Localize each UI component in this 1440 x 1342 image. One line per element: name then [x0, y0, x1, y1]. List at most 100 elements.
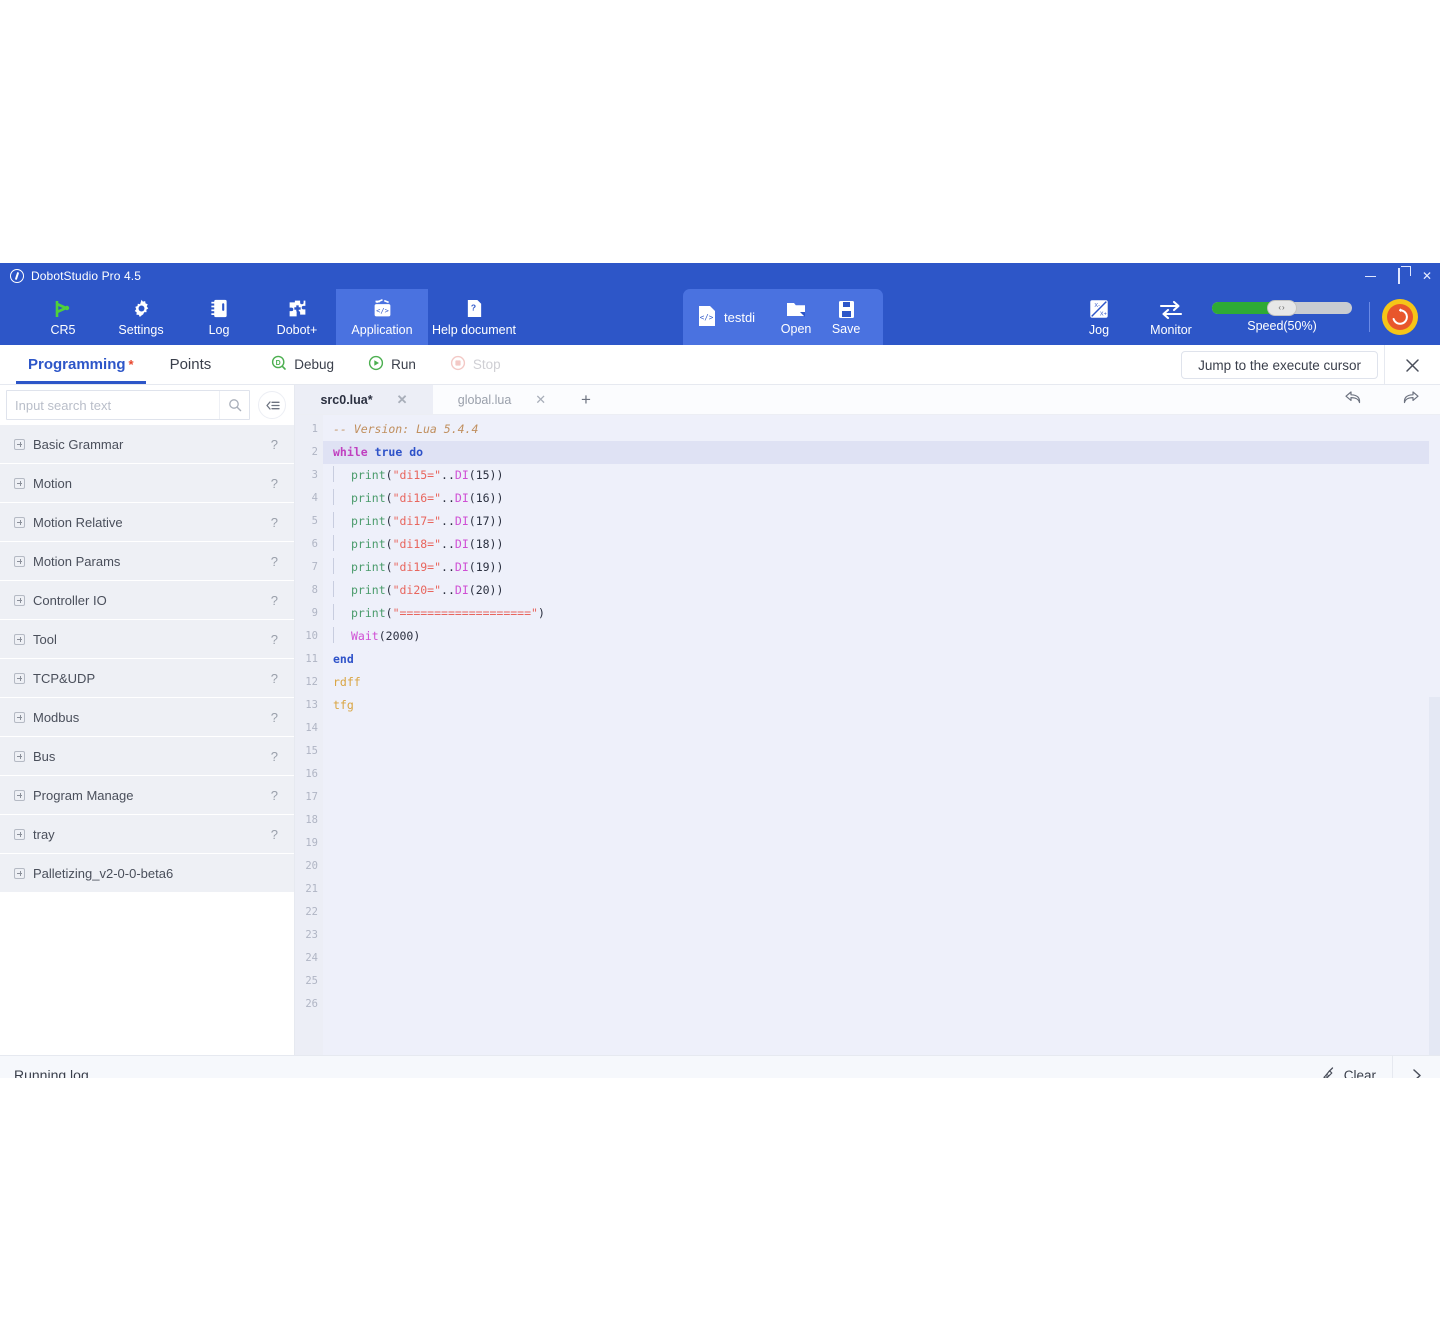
new-tab-button[interactable]: + — [571, 385, 601, 414]
minimize-button[interactable] — [1365, 276, 1376, 277]
help-marker[interactable]: ? — [271, 554, 278, 569]
help-marker[interactable]: ? — [271, 437, 278, 452]
emergency-stop-button[interactable] — [1382, 299, 1418, 335]
expand-log-button[interactable] — [1392, 1056, 1440, 1078]
expand-plus-icon[interactable] — [14, 439, 25, 450]
editor-tab-src0[interactable]: src0.lua* ✕ — [295, 385, 433, 414]
expand-plus-icon[interactable] — [14, 478, 25, 489]
expand-plus-icon[interactable] — [14, 556, 25, 567]
save-button[interactable]: Save — [823, 298, 869, 336]
help-marker[interactable]: ? — [271, 515, 278, 530]
code-line-15[interactable] — [323, 740, 1440, 763]
ribbon-item-dobot-plus[interactable]: Dobot+ — [258, 289, 336, 345]
search-button[interactable] — [219, 391, 249, 419]
open-button[interactable]: Open — [773, 298, 819, 336]
jump-to-execute-cursor-button[interactable]: Jump to the execute cursor — [1181, 351, 1378, 379]
category-motion-relative[interactable]: Motion Relative? — [0, 503, 294, 541]
help-marker[interactable]: ? — [271, 788, 278, 803]
help-marker[interactable]: ? — [271, 632, 278, 647]
category-program-manage[interactable]: Program Manage? — [0, 776, 294, 814]
tab-programming[interactable]: Programming * — [10, 345, 152, 384]
undo-button[interactable] — [1344, 389, 1363, 411]
code-line-3[interactable]: print("di15="..DI(15)) — [323, 464, 1440, 487]
code-line-25[interactable] — [323, 970, 1440, 993]
help-marker[interactable]: ? — [271, 671, 278, 686]
code-line-7[interactable]: print("di19="..DI(19)) — [323, 556, 1440, 579]
code-line-6[interactable]: print("di18="..DI(18)) — [323, 533, 1440, 556]
code-line-21[interactable] — [323, 878, 1440, 901]
code-editor[interactable]: 1 2 3 4 5 6 7 8 9 10 11 12 13 14 15 16 1 — [295, 415, 1440, 1055]
editor-vertical-scrollbar[interactable] — [1429, 415, 1440, 1055]
stop-button[interactable]: Stop — [450, 355, 501, 374]
category-tcp-udp[interactable]: TCP&UDP? — [0, 659, 294, 697]
close-panel-button[interactable] — [1384, 345, 1440, 385]
close-window-button[interactable]: ✕ — [1422, 270, 1432, 282]
code-line-10[interactable]: Wait(2000) — [323, 625, 1440, 648]
expand-plus-icon[interactable] — [14, 790, 25, 801]
category-modbus[interactable]: Modbus? — [0, 698, 294, 736]
editor-tab-global[interactable]: global.lua ✕ — [433, 385, 571, 414]
code-line-14[interactable] — [323, 717, 1440, 740]
code-line-16[interactable] — [323, 763, 1440, 786]
code-line-18[interactable] — [323, 809, 1440, 832]
expand-plus-icon[interactable] — [14, 829, 25, 840]
current-file[interactable]: </> testdi — [697, 305, 769, 330]
ribbon-item-cr5[interactable]: CR5 — [24, 289, 102, 345]
ribbon-item-log[interactable]: Log — [180, 289, 258, 345]
close-icon[interactable]: ✕ — [397, 392, 408, 408]
speed-slider[interactable]: ‹› — [1212, 302, 1352, 314]
redo-button[interactable] — [1401, 389, 1420, 411]
code-line-2[interactable]: while true do — [323, 441, 1440, 464]
tab-points[interactable]: Points — [152, 345, 230, 384]
expand-plus-icon[interactable] — [14, 868, 25, 879]
code-line-11[interactable]: end — [323, 648, 1440, 671]
collapse-panel-button[interactable] — [258, 391, 286, 419]
search-input[interactable] — [7, 391, 219, 419]
category-basic-grammar[interactable]: Basic Grammar? — [0, 425, 294, 463]
code-line-22[interactable] — [323, 901, 1440, 924]
maximize-restore-button[interactable] — [1398, 270, 1400, 282]
code-line-12[interactable]: rdff — [323, 671, 1440, 694]
ribbon-item-settings[interactable]: Settings — [102, 289, 180, 345]
jog-button[interactable]: X-X+ Jog — [1063, 298, 1135, 337]
category-bus[interactable]: Bus? — [0, 737, 294, 775]
expand-plus-icon[interactable] — [14, 517, 25, 528]
code-line-5[interactable]: print("di17="..DI(17)) — [323, 510, 1440, 533]
code-line-19[interactable] — [323, 832, 1440, 855]
code-line-20[interactable] — [323, 855, 1440, 878]
category-tray[interactable]: tray? — [0, 815, 294, 853]
category-tool[interactable]: Tool? — [0, 620, 294, 658]
monitor-button[interactable]: Monitor — [1135, 298, 1207, 337]
ribbon-item-help-document[interactable]: ? Help document — [428, 289, 520, 345]
category-palletizing[interactable]: Palletizing_v2-0-0-beta6 — [0, 854, 294, 892]
clear-log-button[interactable]: Clear — [1305, 1056, 1392, 1078]
help-marker[interactable]: ? — [271, 593, 278, 608]
ribbon-item-application[interactable]: </> Application — [336, 289, 428, 345]
code-line-4[interactable]: print("di16="..DI(16)) — [323, 487, 1440, 510]
code-line-17[interactable] — [323, 786, 1440, 809]
help-marker[interactable]: ? — [271, 476, 278, 491]
expand-plus-icon[interactable] — [14, 751, 25, 762]
code-content[interactable]: -- Version: Lua 5.4.4 while true do prin… — [323, 415, 1440, 1055]
expand-plus-icon[interactable] — [14, 712, 25, 723]
help-marker[interactable]: ? — [271, 749, 278, 764]
run-button[interactable]: Run — [368, 355, 416, 374]
code-line-23[interactable] — [323, 924, 1440, 947]
category-motion[interactable]: Motion? — [0, 464, 294, 502]
help-marker[interactable]: ? — [271, 827, 278, 842]
code-line-26[interactable] — [323, 993, 1440, 1016]
speed-slider-knob[interactable]: ‹› — [1267, 300, 1297, 316]
search-box[interactable] — [6, 390, 250, 420]
expand-plus-icon[interactable] — [14, 595, 25, 606]
code-line-24[interactable] — [323, 947, 1440, 970]
scrollbar-thumb[interactable] — [1429, 415, 1440, 697]
expand-plus-icon[interactable] — [14, 673, 25, 684]
code-line-8[interactable]: print("di20="..DI(20)) — [323, 579, 1440, 602]
category-controller-io[interactable]: Controller IO? — [0, 581, 294, 619]
category-motion-params[interactable]: Motion Params? — [0, 542, 294, 580]
help-marker[interactable]: ? — [271, 710, 278, 725]
code-line-9[interactable]: print("===================") — [323, 602, 1440, 625]
close-icon[interactable]: ✕ — [535, 392, 546, 408]
debug-button[interactable]: D Debug — [271, 355, 334, 374]
code-line-13[interactable]: tfg — [323, 694, 1440, 717]
